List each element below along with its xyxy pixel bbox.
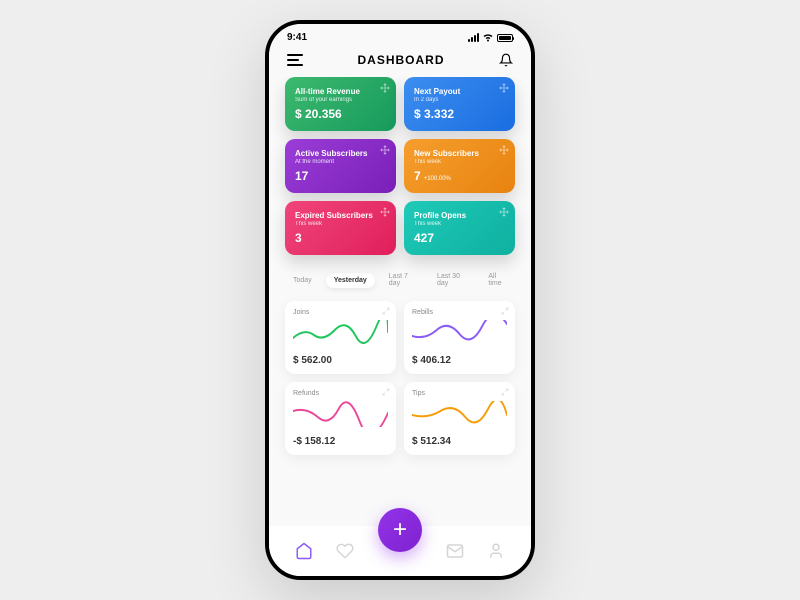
expand-icon <box>501 307 509 315</box>
wifi-icon <box>482 33 494 42</box>
content: All-time RevenueSum of your earnings $ 20… <box>269 77 531 576</box>
expand-icon <box>501 388 509 396</box>
chart-label: Refunds <box>293 390 388 397</box>
stat-card[interactable]: Active SubscribersAt the moment 17 <box>285 139 396 193</box>
chart-card[interactable]: Refunds -$ 158.12 <box>285 382 396 455</box>
stat-value: $ 3.332 <box>414 107 505 121</box>
stat-sublabel: This week <box>414 159 505 165</box>
stat-value: 427 <box>414 231 505 245</box>
stat-sublabel: This week <box>295 221 386 227</box>
stat-label: Expired Subscribers <box>295 211 386 220</box>
header: DASHBOARD <box>269 47 531 77</box>
status-indicators <box>468 33 513 42</box>
stats-grid: All-time RevenueSum of your earnings $ 20… <box>285 77 515 255</box>
stat-label: New Subscribers <box>414 149 505 158</box>
sparkline <box>293 320 388 346</box>
nav-mail-icon[interactable] <box>446 542 464 560</box>
tab-last-30-day[interactable]: Last 30 day <box>429 269 474 291</box>
add-button[interactable]: + <box>378 508 422 552</box>
chart-value: $ 562.00 <box>293 355 388 366</box>
stat-label: Next Payout <box>414 87 505 96</box>
move-icon <box>499 145 509 155</box>
stat-sublabel: Sum of your earnings <box>295 97 386 103</box>
tab-today[interactable]: Today <box>285 273 320 288</box>
chart-value: $ 512.34 <box>412 436 507 447</box>
stat-label: Profile Opens <box>414 211 505 220</box>
sparkline <box>412 320 507 346</box>
status-bar: 9:41 <box>269 24 531 47</box>
signal-icon <box>468 33 479 42</box>
stat-card[interactable]: Expired SubscribersThis week 3 <box>285 201 396 255</box>
stat-sublabel: This week <box>414 221 505 227</box>
expand-icon <box>382 307 390 315</box>
tab-last-7-day[interactable]: Last 7 day <box>381 269 423 291</box>
stat-delta: +100.00% <box>424 176 451 182</box>
stat-value: 17 <box>295 169 386 183</box>
stat-sublabel: At the moment <box>295 159 386 165</box>
chart-label: Joins <box>293 309 388 316</box>
sparkline <box>293 401 388 427</box>
battery-icon <box>497 34 513 42</box>
expand-icon <box>382 388 390 396</box>
menu-icon[interactable] <box>287 54 303 66</box>
stat-card[interactable]: New SubscribersThis week 7+100.00% <box>404 139 515 193</box>
tab-all-time[interactable]: All time <box>480 269 515 291</box>
move-icon <box>499 207 509 217</box>
stat-label: All-time Revenue <box>295 87 386 96</box>
notification-icon[interactable] <box>499 53 513 67</box>
stat-value: 7+100.00% <box>414 169 505 183</box>
chart-value: $ 406.12 <box>412 355 507 366</box>
page-title: DASHBOARD <box>358 53 445 67</box>
stat-sublabel: In 2 days <box>414 97 505 103</box>
nav-heart-icon[interactable] <box>336 542 354 560</box>
stat-value: 3 <box>295 231 386 245</box>
sparkline <box>412 401 507 427</box>
charts-grid: Joins $ 562.00 Rebills $ 406.12 Refunds -$ 15… <box>285 301 515 455</box>
nav-home-icon[interactable] <box>295 542 313 560</box>
stat-label: Active Subscribers <box>295 149 386 158</box>
screen: 9:41 DASHBOARD All-time RevenueSum of yo… <box>269 24 531 576</box>
time-range-tabs: Today Yesterday Last 7 day Last 30 day All t… <box>285 269 515 291</box>
tab-yesterday[interactable]: Yesterday <box>326 273 375 288</box>
stat-card[interactable]: Next PayoutIn 2 days $ 3.332 <box>404 77 515 131</box>
phone-frame: 9:41 DASHBOARD All-time RevenueSum of yo… <box>265 20 535 580</box>
nav-profile-icon[interactable] <box>487 542 505 560</box>
chart-card[interactable]: Rebills $ 406.12 <box>404 301 515 374</box>
move-icon <box>380 145 390 155</box>
move-icon <box>380 207 390 217</box>
plus-icon: + <box>393 518 407 542</box>
chart-card[interactable]: Joins $ 562.00 <box>285 301 396 374</box>
status-time: 9:41 <box>287 32 307 43</box>
stat-card[interactable]: Profile OpensThis week 427 <box>404 201 515 255</box>
chart-card[interactable]: Tips $ 512.34 <box>404 382 515 455</box>
stat-value: $ 20.356 <box>295 107 386 121</box>
move-icon <box>499 83 509 93</box>
stat-card[interactable]: All-time RevenueSum of your earnings $ 20… <box>285 77 396 131</box>
chart-label: Rebills <box>412 309 507 316</box>
chart-label: Tips <box>412 390 507 397</box>
chart-value: -$ 158.12 <box>293 436 388 447</box>
move-icon <box>380 83 390 93</box>
